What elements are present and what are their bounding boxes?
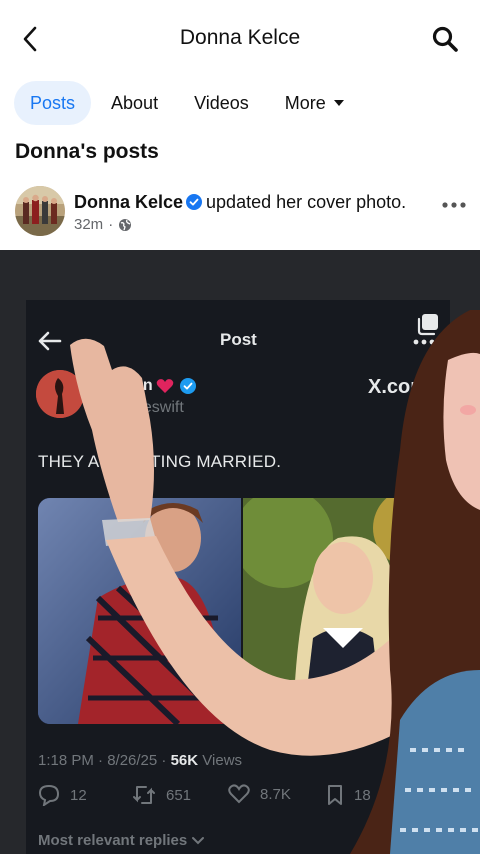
repost-icon <box>133 786 155 804</box>
caret-down-icon <box>333 100 344 106</box>
tab-more-label: More <box>284 92 326 113</box>
bookmark-icon <box>328 785 342 805</box>
profile-avatar[interactable] <box>15 186 65 236</box>
x-post-actions: 12 651 8.7K 18 <box>38 784 450 812</box>
tab-posts[interactable]: Posts <box>14 81 92 125</box>
x-post-screen-title: Post <box>220 330 257 349</box>
reply-icon <box>38 784 60 806</box>
x-user-name: rdan <box>118 377 196 395</box>
x-verified-icon <box>179 378 196 394</box>
x-post-image-right <box>243 498 450 724</box>
x-watermark: X.com <box>368 376 429 398</box>
top-bar: Donna Kelce <box>0 0 480 78</box>
x-replies-sort-label: Most relevant replies <box>38 832 188 849</box>
x-replies-sort: Most relevant replies <box>38 832 205 849</box>
globe-icon <box>119 218 132 231</box>
x-more-icon <box>413 339 435 345</box>
profile-tabs: Posts About Videos More <box>14 81 365 125</box>
x-reply-count: 12 <box>70 786 87 804</box>
x-user-handle: ytaleswift <box>118 399 184 416</box>
tab-videos-label: Videos <box>194 92 249 113</box>
post-author-name[interactable]: Donna Kelce <box>74 192 183 212</box>
x-repost-action: 651 <box>132 784 191 806</box>
post-summary: Donna Kelce updated her cover photo. <box>74 192 406 213</box>
post-action-text: updated her cover photo. <box>206 192 407 212</box>
tab-about[interactable]: About <box>95 81 174 125</box>
chevron-down-icon <box>192 836 205 844</box>
section-title: Donna's posts <box>15 140 159 163</box>
search-icon <box>432 26 458 52</box>
heart-emoji-icon <box>156 379 173 393</box>
search-button[interactable] <box>428 22 462 56</box>
verified-badge-icon <box>186 194 203 210</box>
arrow-left-icon <box>38 331 62 351</box>
cover-photo[interactable]: Post rdan ytaleswift X.com THEY A ETTING… <box>0 250 480 854</box>
tab-videos[interactable]: Videos <box>178 81 265 125</box>
x-post-meta: 1:18 PM · 8/26/25 · 56K Views <box>38 752 242 769</box>
meta-separator: · <box>108 216 114 233</box>
post-header: Donna Kelce updated her cover photo. 32m … <box>15 186 470 238</box>
tab-about-label: About <box>111 92 159 113</box>
x-reply-action: 12 <box>38 784 87 806</box>
x-post-image-left <box>38 498 241 724</box>
x-post-timestamp: 1:18 PM · 8/26/25 · <box>38 752 167 769</box>
tab-more[interactable]: More <box>269 81 361 125</box>
x-user-name-text: rdan <box>118 377 153 394</box>
x-post-text: THEY A ETTING MARRIED. <box>38 452 282 471</box>
post-meta: 32m · <box>74 216 132 233</box>
page-title: Donna Kelce <box>179 26 301 49</box>
x-post-views-label: Views <box>202 752 243 769</box>
x-post-views-count: 56K <box>170 752 199 769</box>
post-time[interactable]: 32m <box>74 216 103 233</box>
x-bookmark-action: 18 <box>326 784 371 806</box>
x-user-avatar <box>36 370 84 418</box>
x-bookmark-count: 18 <box>354 786 371 804</box>
avatar-photo <box>15 186 65 236</box>
tab-posts-label: Posts <box>30 92 76 113</box>
x-repost-count: 651 <box>166 786 192 804</box>
like-heart-icon <box>228 784 250 804</box>
copy-icon <box>417 314 438 336</box>
embedded-x-post: Post rdan ytaleswift X.com THEY A ETTING… <box>26 300 450 854</box>
x-like-action: 8.7K <box>228 784 291 804</box>
more-options-icon[interactable] <box>440 198 468 212</box>
x-like-count: 8.7K <box>260 785 291 803</box>
